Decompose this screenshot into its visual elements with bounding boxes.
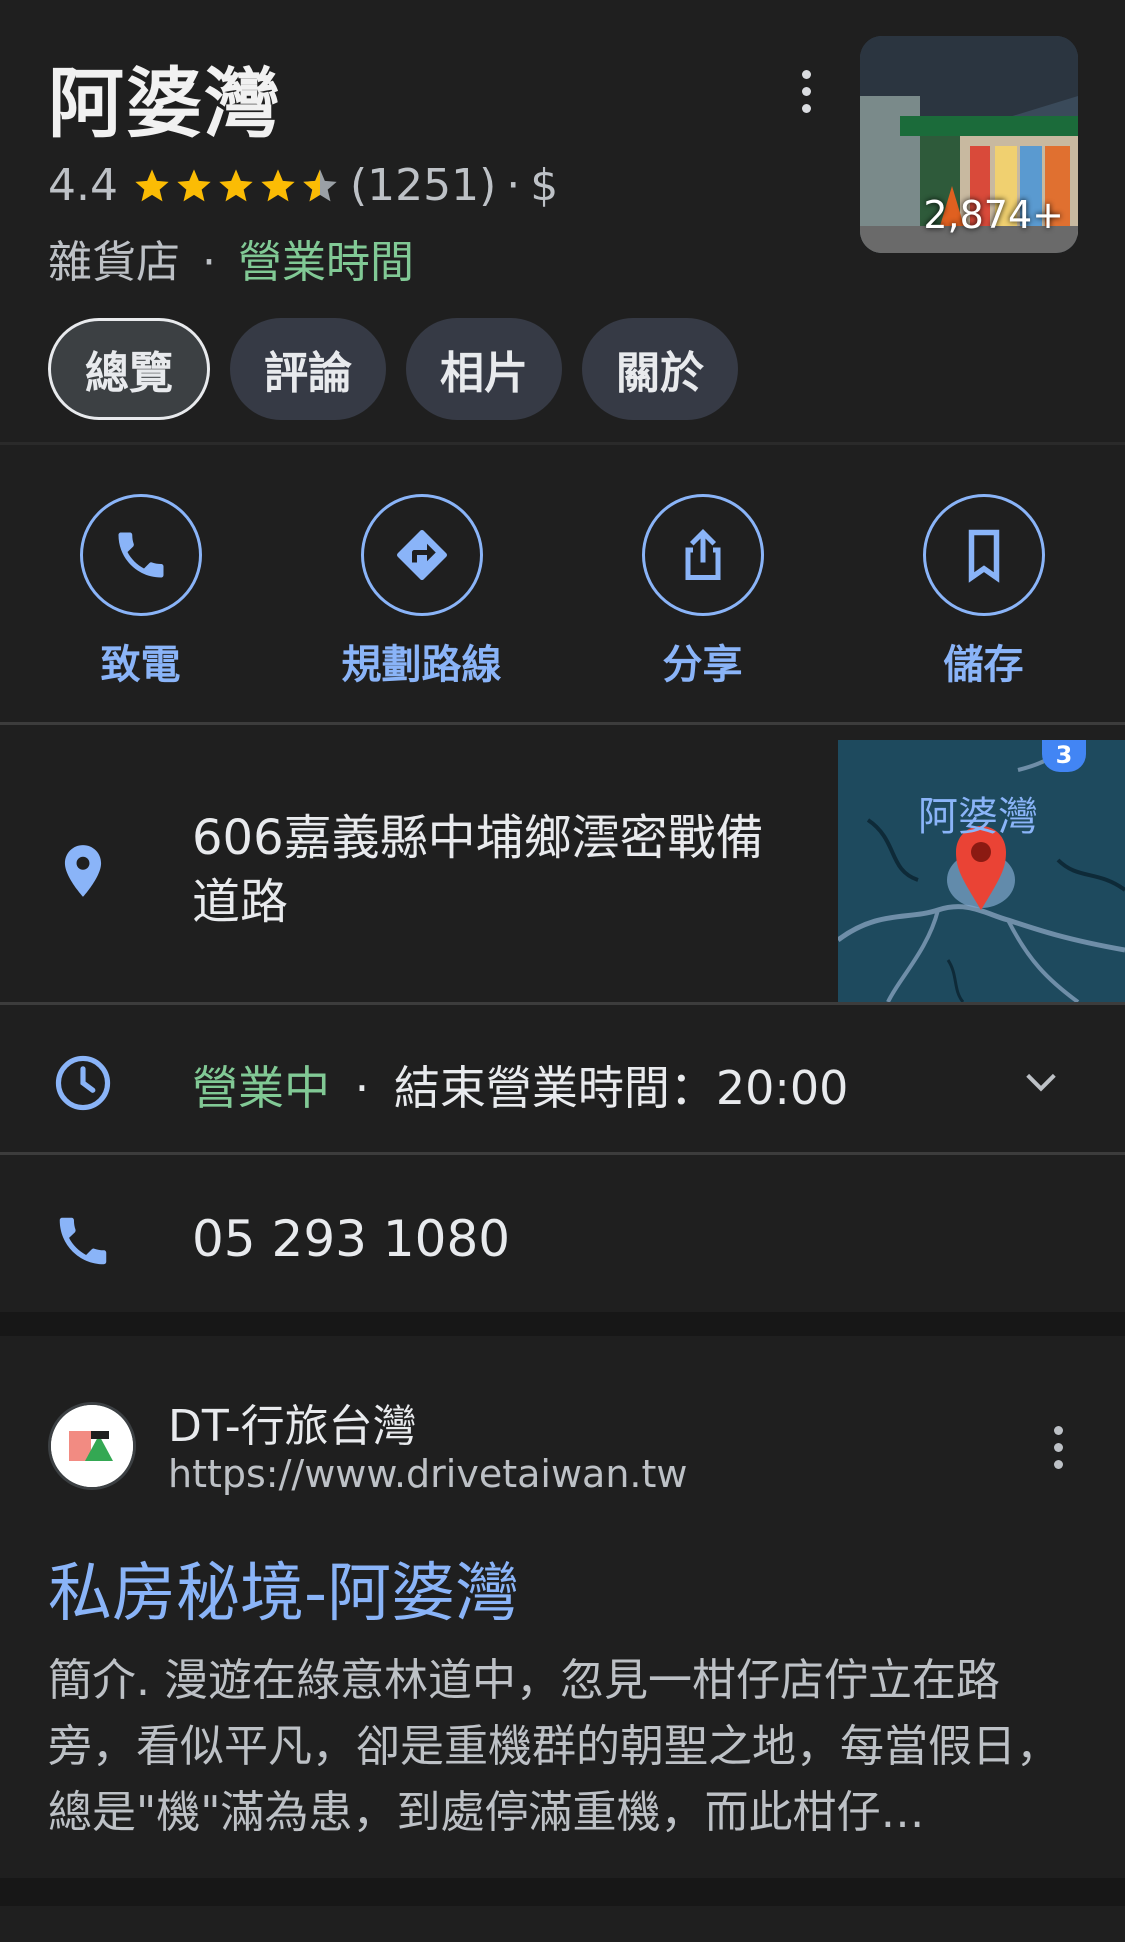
rating-value: 4.4	[48, 160, 118, 211]
call-label: 致電	[100, 642, 181, 688]
tab-about[interactable]: 關於	[582, 318, 738, 420]
directions-label: 規劃路線	[341, 642, 502, 688]
place-tabs: 總覽 評論 相片 關於	[48, 318, 738, 420]
call-button[interactable]: 致電	[0, 494, 281, 690]
star-icon	[219, 168, 253, 201]
rating-separator: ·	[506, 160, 521, 211]
clock-icon	[52, 1052, 114, 1118]
share-label: 分享	[662, 642, 743, 688]
save-label: 儲存	[943, 642, 1024, 688]
half-star-icon	[303, 168, 337, 201]
map-image	[838, 740, 1125, 1002]
divider	[0, 442, 1125, 445]
star-icon	[261, 168, 295, 201]
phone-number[interactable]: 05 293 1080	[192, 1210, 510, 1268]
bookmark-icon	[968, 529, 999, 583]
share-button[interactable]: 分享	[562, 494, 843, 690]
save-button[interactable]: 儲存	[843, 494, 1124, 690]
divider	[0, 722, 1125, 725]
tab-photos[interactable]: 相片	[406, 318, 562, 420]
place-title: 阿婆灣	[48, 59, 282, 148]
source-url[interactable]: https://www.drivetaiwan.tw	[168, 1452, 687, 1496]
result-snippet: 簡介. 漫遊在綠意林道中，忽見一柑仔店佇立在路旁，看似平凡，卻是重機群的朝聖之地…	[48, 1655, 1060, 1838]
source-name[interactable]: DT-行旅台灣	[168, 1390, 417, 1454]
location-pin-icon	[52, 840, 114, 906]
star-icon	[135, 168, 169, 201]
phone-icon	[118, 532, 163, 578]
divider	[0, 1152, 1125, 1155]
source-favicon	[48, 1402, 136, 1490]
route-shield: 3	[1042, 740, 1086, 772]
open-status: 營業中	[192, 1061, 330, 1115]
directions-icon	[396, 530, 447, 580]
hours-separator: ·	[354, 1061, 370, 1115]
result-more-options-icon[interactable]	[1046, 1426, 1070, 1477]
more-options-icon[interactable]	[792, 70, 820, 118]
category-row: 雜貨店 · 營業時間	[48, 226, 414, 290]
photo-count: 2,874+	[923, 193, 1064, 237]
directions-button[interactable]: 規劃路線	[281, 494, 562, 690]
category-label: 雜貨店	[48, 237, 180, 288]
section-separator	[0, 1878, 1125, 1906]
category-separator: ·	[202, 237, 216, 288]
divider	[0, 1002, 1125, 1005]
result-title-link[interactable]: 私房秘境-阿婆灣	[48, 1542, 519, 1634]
review-count: (1251)	[349, 160, 497, 211]
tab-overview[interactable]: 總覽	[48, 318, 210, 420]
chevron-down-icon[interactable]	[1016, 1062, 1066, 1102]
star-icon	[177, 168, 211, 201]
share-icon	[685, 528, 720, 580]
phone-row-icon	[52, 1210, 114, 1276]
map-thumbnail[interactable]: 3 阿婆灣	[838, 740, 1125, 1002]
hours-row[interactable]: 營業中 · 結束營業時間：20:00	[192, 1052, 848, 1118]
rating-row[interactable]: 4.4 (1251) · $	[48, 160, 558, 211]
map-place-label: 阿婆灣	[918, 794, 1038, 840]
star-rating	[132, 166, 342, 206]
hours-link[interactable]: 營業時間	[238, 237, 414, 288]
tab-reviews[interactable]: 評論	[230, 318, 386, 420]
section-separator	[0, 1312, 1125, 1336]
price-level: $	[530, 160, 559, 211]
place-photo-thumbnail[interactable]: 2,874+	[860, 36, 1078, 253]
address-text[interactable]: 606嘉義縣中埔鄉澐密戰備道路	[192, 806, 792, 934]
closing-time: 結束營業時間：20:00	[393, 1061, 849, 1115]
action-bar: 致電 規劃路線 分享 儲存	[0, 494, 1125, 690]
